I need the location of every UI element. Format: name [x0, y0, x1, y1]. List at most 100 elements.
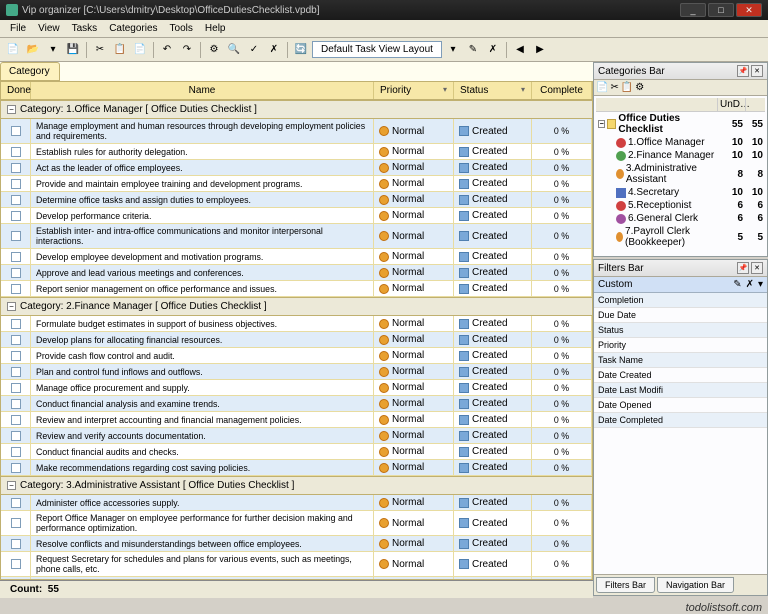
custom-filter-label[interactable]: Custom — [598, 279, 632, 290]
filter-item[interactable]: Date Created — [594, 368, 767, 383]
delete-button[interactable]: ✗ — [484, 41, 502, 59]
category-item[interactable]: 4.Secretary1010 — [596, 186, 765, 199]
expand-icon[interactable]: − — [7, 105, 16, 114]
task-row[interactable]: Provide cash flow control and audit.Norm… — [1, 348, 592, 364]
menu-help[interactable]: Help — [199, 21, 232, 36]
task-row[interactable]: Manage office procurement and supply.Nor… — [1, 380, 592, 396]
expand-icon[interactable]: − — [7, 302, 16, 311]
refresh-button[interactable]: 🔄 — [292, 41, 310, 59]
filter-tool-icon[interactable]: ✗ — [746, 279, 754, 290]
minimize-button[interactable]: _ — [680, 3, 706, 17]
task-row[interactable]: Formulate budget estimates in support of… — [1, 316, 592, 332]
filter-item[interactable]: Date Opened — [594, 398, 767, 413]
done-checkbox[interactable] — [11, 367, 21, 377]
panel-close-icon[interactable]: ✕ — [751, 65, 763, 77]
col-name[interactable]: Name — [31, 82, 374, 99]
copy-button[interactable]: 📋 — [111, 41, 129, 59]
task-row[interactable]: Review and interpret accounting and fina… — [1, 412, 592, 428]
menu-tools[interactable]: Tools — [164, 21, 199, 36]
task-row[interactable]: Approve and lead various meetings and co… — [1, 265, 592, 281]
done-checkbox[interactable] — [11, 284, 21, 294]
done-checkbox[interactable] — [11, 559, 21, 569]
menu-file[interactable]: File — [4, 21, 32, 36]
nav-button[interactable]: ▶ — [531, 41, 549, 59]
panel-close-icon[interactable]: ✕ — [751, 262, 763, 274]
filter-item[interactable]: Status — [594, 323, 767, 338]
done-checkbox[interactable] — [11, 351, 21, 361]
task-row[interactable]: Develop employee development and motivat… — [1, 249, 592, 265]
nav-button[interactable]: ◀ — [511, 41, 529, 59]
cut-button[interactable]: ✂ — [91, 41, 109, 59]
category-root[interactable]: −Office Duties Checklist5555 — [596, 112, 765, 136]
col-complete[interactable]: Complete — [532, 82, 592, 99]
done-checkbox[interactable] — [11, 431, 21, 441]
task-row[interactable]: Act as the leader of office employees.No… — [1, 160, 592, 176]
menu-tasks[interactable]: Tasks — [66, 21, 104, 36]
close-button[interactable]: ✕ — [736, 3, 762, 17]
done-checkbox[interactable] — [11, 518, 21, 528]
filter-item[interactable]: Due Date — [594, 308, 767, 323]
task-row[interactable]: Report senior management on office perfo… — [1, 281, 592, 297]
save-button[interactable]: 💾 — [64, 41, 82, 59]
task-row[interactable]: Resolve conflicts and misunderstandings … — [1, 536, 592, 552]
category-item[interactable]: 5.Receptionist66 — [596, 199, 765, 212]
done-checkbox[interactable] — [11, 399, 21, 409]
dropdown-icon[interactable]: ▾ — [758, 279, 763, 290]
filter-item[interactable]: Priority — [594, 338, 767, 353]
dropdown-icon[interactable]: ▾ — [444, 41, 462, 59]
task-row[interactable]: Request Secretary for schedules and plan… — [1, 552, 592, 577]
tool-button[interactable]: ⚙ — [635, 82, 644, 93]
task-row[interactable]: Provide and maintain employee training a… — [1, 176, 592, 192]
bottom-tab[interactable]: Filters Bar — [596, 577, 655, 593]
task-row[interactable]: Establish inter- and intra-office commun… — [1, 224, 592, 249]
task-row[interactable]: Establish rules for authority delegation… — [1, 144, 592, 160]
filter-item[interactable]: Task Name — [594, 353, 767, 368]
done-checkbox[interactable] — [11, 539, 21, 549]
undo-button[interactable]: ↶ — [158, 41, 176, 59]
layout-selector[interactable]: Default Task View Layout — [312, 41, 442, 58]
task-row[interactable]: Develop plans for allocating financial r… — [1, 332, 592, 348]
tool-button[interactable]: 📄 — [596, 82, 608, 93]
panel-pin-icon[interactable]: 📌 — [737, 65, 749, 77]
done-checkbox[interactable] — [11, 335, 21, 345]
menu-view[interactable]: View — [32, 21, 66, 36]
filter-item[interactable]: Completion — [594, 293, 767, 308]
done-checkbox[interactable] — [11, 498, 21, 508]
tool-button[interactable]: 📋 — [621, 82, 633, 93]
task-row[interactable]: Develop performance criteria.NormalCreat… — [1, 208, 592, 224]
category-item[interactable]: 6.General Clerk66 — [596, 212, 765, 225]
maximize-button[interactable]: □ — [708, 3, 734, 17]
tool-button[interactable]: ✎ — [464, 41, 482, 59]
category-tab[interactable]: Category — [0, 62, 60, 81]
dropdown-icon[interactable]: ▾ — [44, 41, 62, 59]
tool-button[interactable]: ⚙ — [205, 41, 223, 59]
category-item[interactable]: 2.Finance Manager1010 — [596, 149, 765, 162]
group-header[interactable]: −Category: 2.Finance Manager [ Office Du… — [1, 297, 592, 316]
done-checkbox[interactable] — [11, 447, 21, 457]
group-header[interactable]: −Category: 1.Office Manager [ Office Dut… — [1, 100, 592, 119]
redo-button[interactable]: ↷ — [178, 41, 196, 59]
expand-icon[interactable]: − — [598, 120, 605, 128]
done-checkbox[interactable] — [11, 252, 21, 262]
paste-button[interactable]: 📄 — [131, 41, 149, 59]
task-row[interactable]: Administer office accessories supply.Nor… — [1, 495, 592, 511]
filter-item[interactable]: Date Last Modifi — [594, 383, 767, 398]
bottom-tab[interactable]: Navigation Bar — [657, 577, 734, 593]
task-row[interactable]: Make recommendations regarding cost savi… — [1, 460, 592, 476]
task-row[interactable]: Determine office tasks and assign duties… — [1, 192, 592, 208]
task-row[interactable]: Plan and control fund inflows and outflo… — [1, 364, 592, 380]
done-checkbox[interactable] — [11, 147, 21, 157]
task-row[interactable]: Conduct financial audits and checks.Norm… — [1, 444, 592, 460]
category-item[interactable]: 7.Payroll Clerk (Bookkeeper)55 — [596, 225, 765, 249]
open-button[interactable]: 📂 — [24, 41, 42, 59]
new-button[interactable]: 📄 — [4, 41, 22, 59]
task-row[interactable]: Review and verify accounts documentation… — [1, 428, 592, 444]
tool-button[interactable]: ✂ — [610, 82, 618, 93]
tool-button[interactable]: 🔍 — [225, 41, 243, 59]
group-header[interactable]: −Category: 3.Administrative Assistant [ … — [1, 476, 592, 495]
done-checkbox[interactable] — [11, 415, 21, 425]
done-checkbox[interactable] — [11, 268, 21, 278]
filter-icon[interactable]: ▾ — [443, 85, 447, 94]
task-row[interactable]: Conduct financial analysis and examine t… — [1, 396, 592, 412]
menu-categories[interactable]: Categories — [103, 21, 163, 36]
